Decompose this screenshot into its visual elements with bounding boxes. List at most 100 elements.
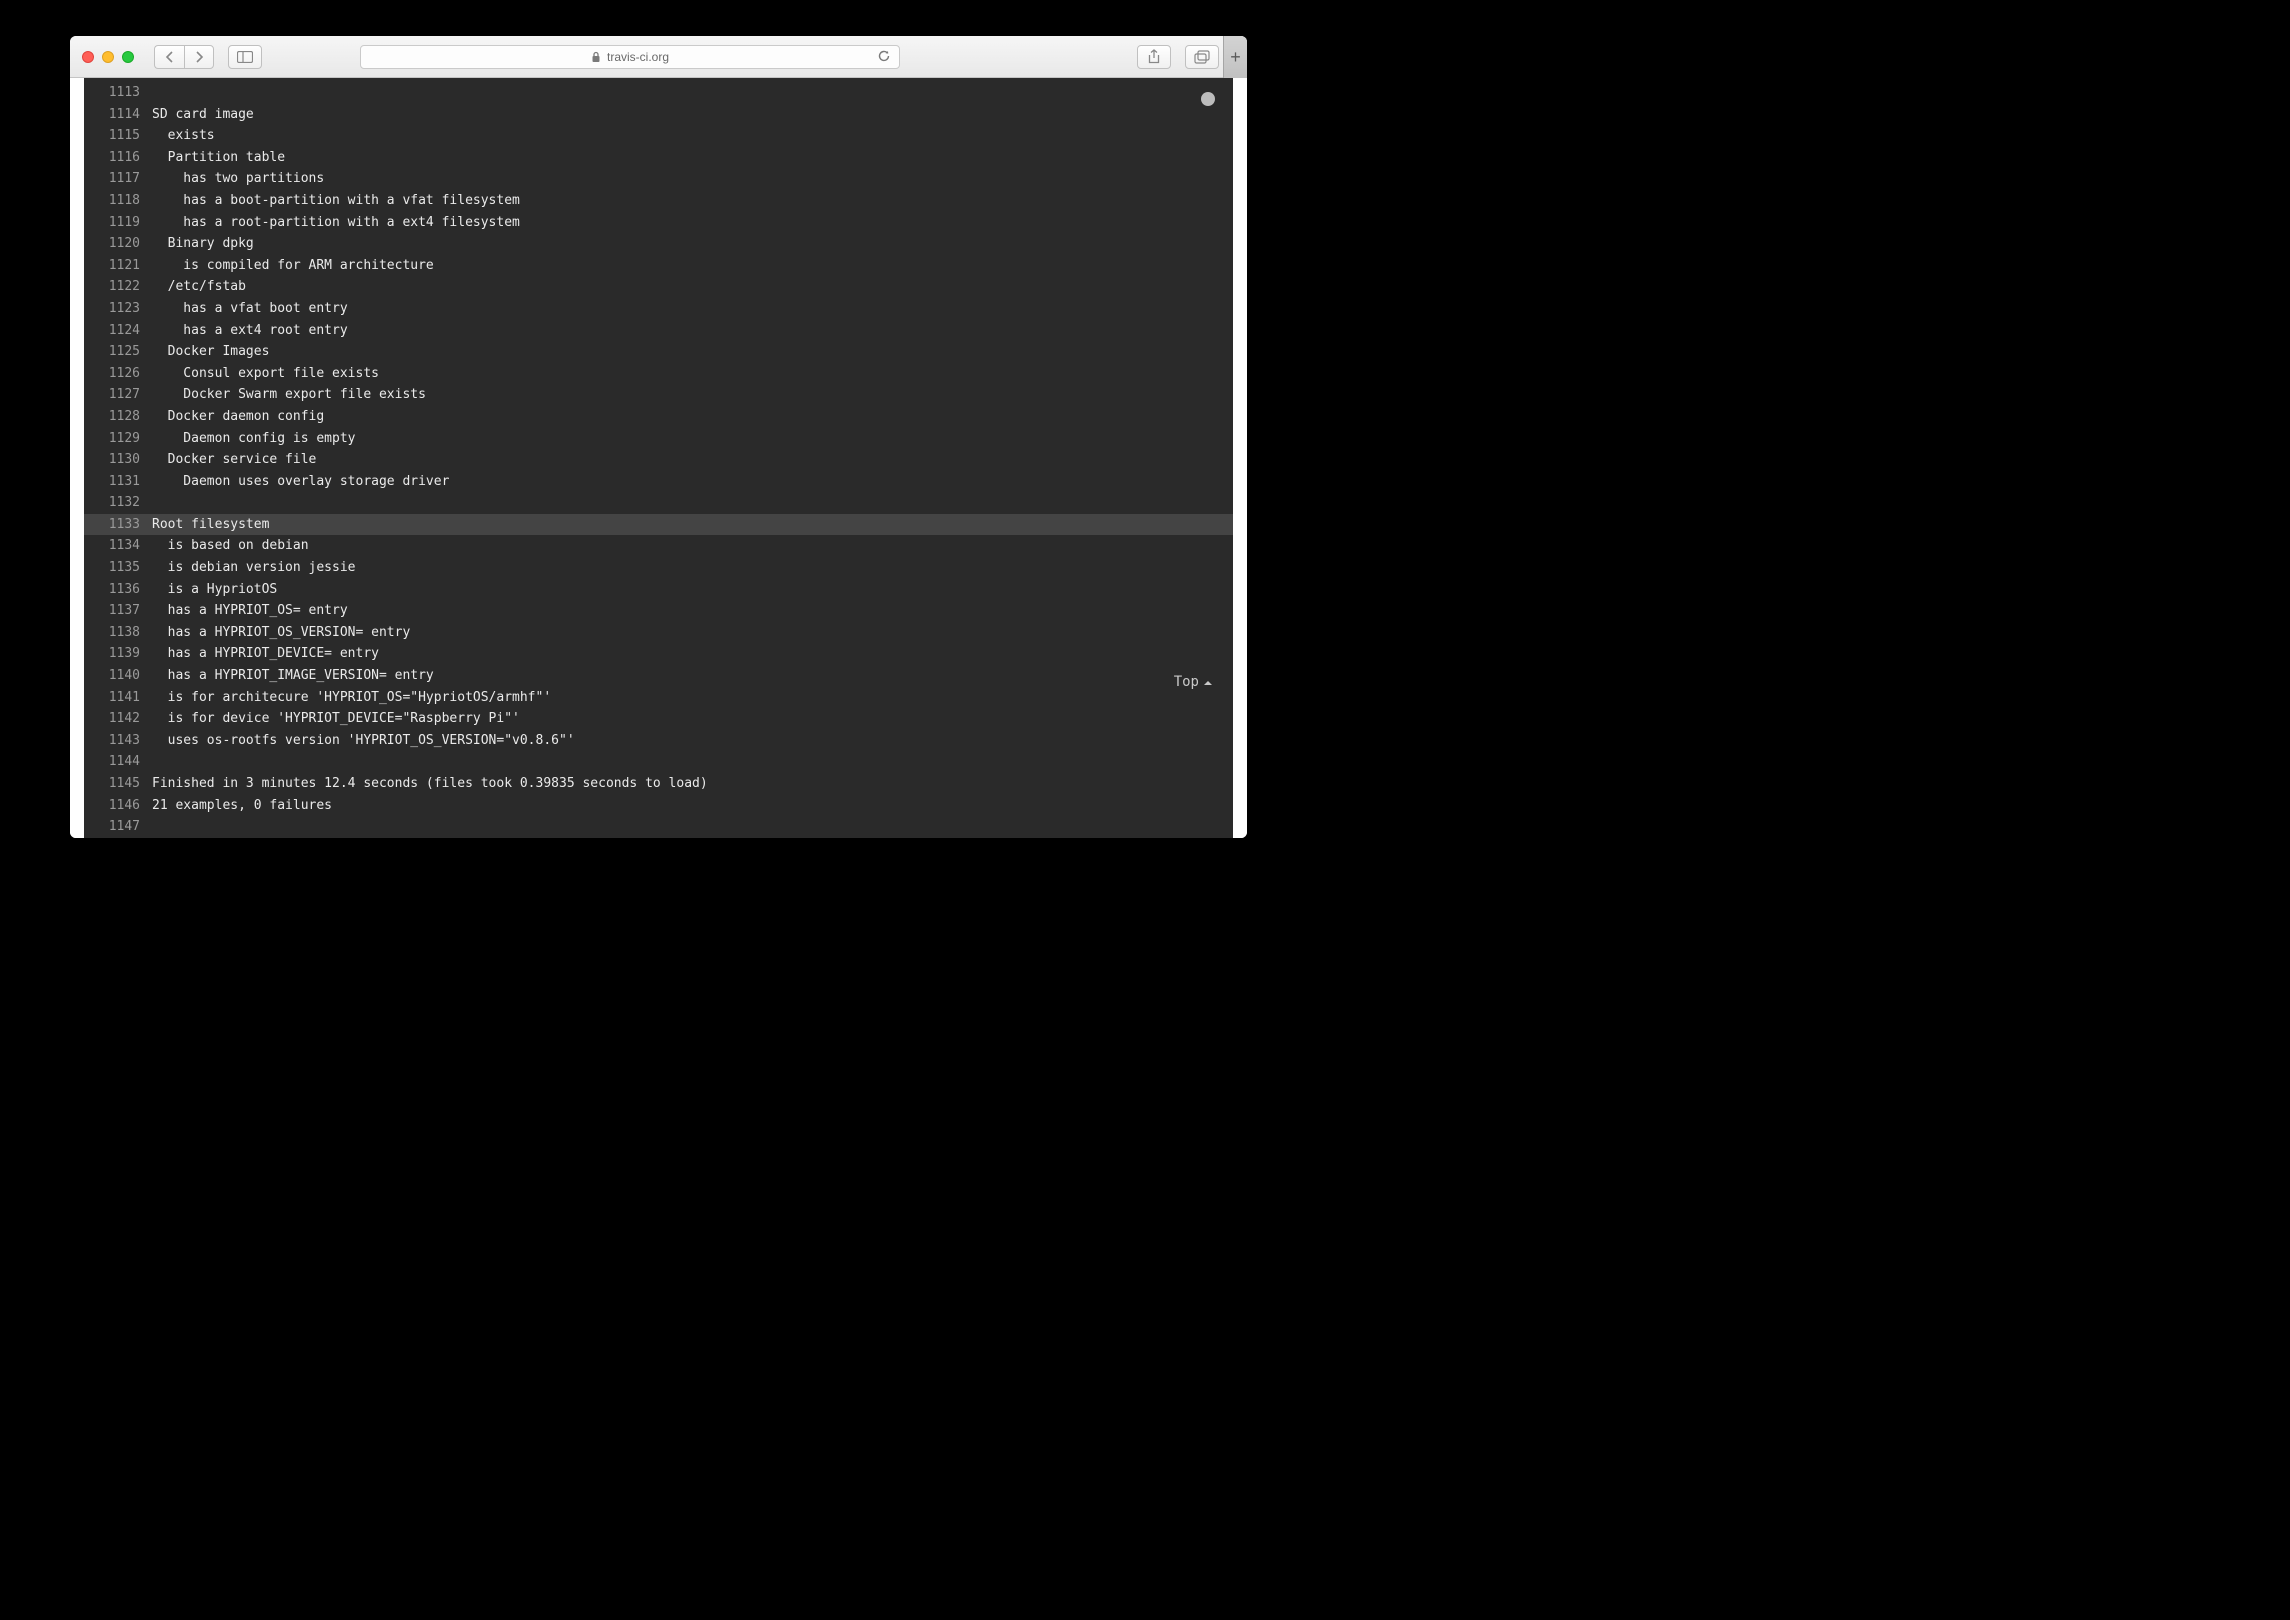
line-number: 1132 — [84, 492, 152, 514]
log-line: 1134 is based on debian — [84, 535, 1233, 557]
line-text: is for architecure 'HYPRIOT_OS="HypriotO… — [152, 687, 551, 709]
tabs-icon — [1194, 50, 1210, 64]
log-line: 1130 Docker service file — [84, 449, 1233, 471]
line-number: 1138 — [84, 622, 152, 644]
window-maximize-button[interactable] — [122, 51, 134, 63]
line-number: 1128 — [84, 406, 152, 428]
reload-button[interactable] — [877, 49, 891, 63]
line-number: 1120 — [84, 233, 152, 255]
log-line: 1122 /etc/fstab — [84, 276, 1233, 298]
line-text: Docker Swarm export file exists — [152, 384, 426, 406]
line-text: exists — [152, 125, 215, 147]
log-line: 1138 has a HYPRIOT_OS_VERSION= entry — [84, 622, 1233, 644]
log-line: 114621 examples, 0 failures — [84, 795, 1233, 817]
log-line: 1120 Binary dpkg — [84, 233, 1233, 255]
line-text: Partition table — [152, 147, 285, 169]
line-text: has a vfat boot entry — [152, 298, 348, 320]
forward-button[interactable] — [184, 45, 214, 69]
line-number: 1131 — [84, 471, 152, 493]
address-bar[interactable]: travis-ci.org — [360, 45, 900, 69]
log-line: 1127 Docker Swarm export file exists — [84, 384, 1233, 406]
line-number: 1144 — [84, 751, 152, 773]
line-text: SD card image — [152, 104, 254, 126]
log-line: 1126 Consul export file exists — [84, 363, 1233, 385]
line-text: Binary dpkg — [152, 233, 254, 255]
window-controls — [82, 51, 134, 63]
log-line: 1147 — [84, 816, 1233, 838]
window-close-button[interactable] — [82, 51, 94, 63]
nav-buttons — [154, 45, 214, 69]
line-text: uses os-rootfs version 'HYPRIOT_OS_VERSI… — [152, 730, 575, 752]
log-line: 1121 is compiled for ARM architecture — [84, 255, 1233, 277]
line-number: 1134 — [84, 535, 152, 557]
line-text: has a HYPRIOT_OS= entry — [152, 600, 348, 622]
new-tab-button[interactable]: + — [1223, 36, 1247, 78]
line-text: Daemon config is empty — [152, 428, 356, 450]
line-text: has a HYPRIOT_IMAGE_VERSION= entry — [152, 665, 434, 687]
log-line: 1117 has two partitions — [84, 168, 1233, 190]
log-line: 1139 has a HYPRIOT_DEVICE= entry — [84, 643, 1233, 665]
reload-icon — [877, 49, 891, 63]
line-number: 1145 — [84, 773, 152, 795]
line-text: has a HYPRIOT_OS_VERSION= entry — [152, 622, 410, 644]
line-text: has two partitions — [152, 168, 324, 190]
browser-titlebar: travis-ci.org — [70, 36, 1247, 78]
log-line: 1124 has a ext4 root entry — [84, 320, 1233, 342]
tabs-button[interactable] — [1185, 45, 1219, 69]
line-number: 1117 — [84, 168, 152, 190]
log-line: 1140 has a HYPRIOT_IMAGE_VERSION= entry — [84, 665, 1233, 687]
window-minimize-button[interactable] — [102, 51, 114, 63]
page-content: Top 11131114SD card image1115 exists1116… — [70, 78, 1247, 838]
top-link-label: Top — [1174, 672, 1199, 694]
line-number: 1146 — [84, 795, 152, 817]
line-text: 21 examples, 0 failures — [152, 795, 332, 817]
url-text: travis-ci.org — [607, 50, 669, 64]
log-line: 1145Finished in 3 minutes 12.4 seconds (… — [84, 773, 1233, 795]
line-number: 1133 — [84, 514, 152, 536]
line-number: 1125 — [84, 341, 152, 363]
toolbar-right — [1137, 45, 1219, 69]
build-log[interactable]: Top 11131114SD card image1115 exists1116… — [84, 78, 1233, 838]
log-line: 1132 — [84, 492, 1233, 514]
line-number: 1121 — [84, 255, 152, 277]
log-line: 1123 has a vfat boot entry — [84, 298, 1233, 320]
log-line: 1143 uses os-rootfs version 'HYPRIOT_OS_… — [84, 730, 1233, 752]
line-number: 1139 — [84, 643, 152, 665]
line-text: Root filesystem — [152, 514, 269, 536]
back-button[interactable] — [154, 45, 184, 69]
share-button[interactable] — [1137, 45, 1171, 69]
line-text: Daemon uses overlay storage driver — [152, 471, 449, 493]
chevron-right-icon — [195, 51, 204, 63]
line-number: 1129 — [84, 428, 152, 450]
line-number: 1114 — [84, 104, 152, 126]
log-line: 1137 has a HYPRIOT_OS= entry — [84, 600, 1233, 622]
line-number: 1126 — [84, 363, 152, 385]
line-number: 1142 — [84, 708, 152, 730]
line-number: 1136 — [84, 579, 152, 601]
line-text: /etc/fstab — [152, 276, 246, 298]
log-line: 1141 is for architecure 'HYPRIOT_OS="Hyp… — [84, 687, 1233, 709]
log-line: 1113 — [84, 82, 1233, 104]
scroll-top-button[interactable]: Top — [1174, 672, 1213, 694]
line-number: 1115 — [84, 125, 152, 147]
line-text: Consul export file exists — [152, 363, 379, 385]
line-number: 1124 — [84, 320, 152, 342]
line-text: Docker Images — [152, 341, 269, 363]
line-text: Finished in 3 minutes 12.4 seconds (file… — [152, 773, 708, 795]
log-line: 1144 — [84, 751, 1233, 773]
log-status-indicator — [1201, 92, 1215, 106]
share-icon — [1147, 49, 1161, 65]
log-line: 1133Root filesystem — [84, 514, 1233, 536]
chevron-left-icon — [165, 51, 174, 63]
sidebar-toggle-button[interactable] — [228, 45, 262, 69]
line-number: 1118 — [84, 190, 152, 212]
lock-icon — [591, 51, 601, 63]
log-line: 1128 Docker daemon config — [84, 406, 1233, 428]
line-text: has a boot-partition with a vfat filesys… — [152, 190, 520, 212]
log-line: 1142 is for device 'HYPRIOT_DEVICE="Rasp… — [84, 708, 1233, 730]
line-number: 1130 — [84, 449, 152, 471]
line-number: 1141 — [84, 687, 152, 709]
line-text: has a ext4 root entry — [152, 320, 348, 342]
line-text: has a HYPRIOT_DEVICE= entry — [152, 643, 379, 665]
line-number: 1135 — [84, 557, 152, 579]
